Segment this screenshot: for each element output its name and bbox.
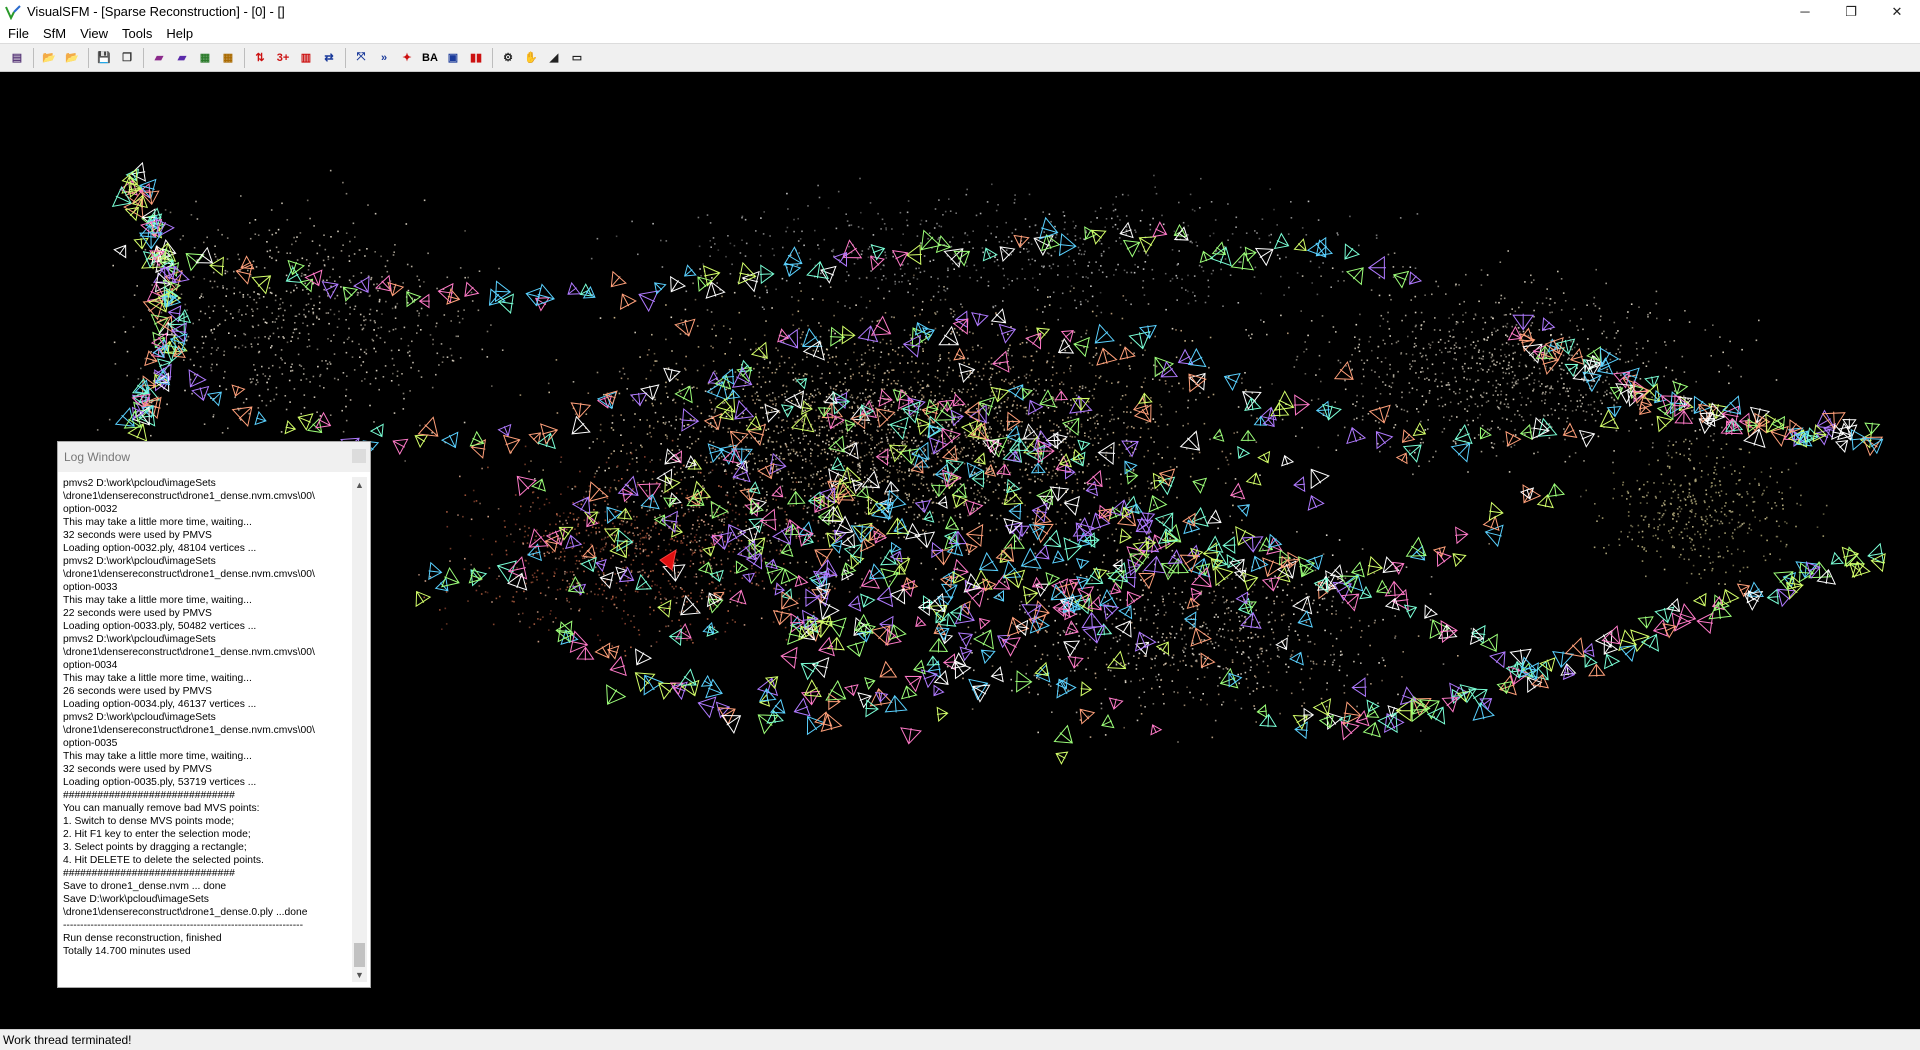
save-icon[interactable]: 💾 bbox=[93, 47, 115, 69]
log-line: 1. Switch to dense MVS points mode; bbox=[63, 816, 235, 827]
menu-tools[interactable]: Tools bbox=[115, 26, 159, 41]
toolbar-separator bbox=[143, 47, 144, 68]
log-line: Loading option-0034.ply, 46137 vertices … bbox=[63, 699, 257, 710]
ruler-icon[interactable]: ◢ bbox=[543, 47, 565, 69]
log-line: pmvs2 D:\work\pcloud\imageSets bbox=[63, 556, 216, 567]
scroll-down-arrow-icon[interactable]: ▼ bbox=[352, 967, 367, 982]
toolbar-separator bbox=[244, 47, 245, 68]
log-line: 32 seconds were used by PMVS bbox=[63, 530, 212, 541]
show-features-icon[interactable]: ▰ bbox=[171, 47, 193, 69]
log-line: 2. Hit F1 key to enter the selection mod… bbox=[63, 829, 251, 840]
log-line: pmvs2 D:\work\pcloud\imageSets bbox=[63, 478, 216, 489]
open-nvm-icon[interactable]: 📂 bbox=[61, 47, 83, 69]
fit-view-icon[interactable]: ⤧ bbox=[350, 47, 372, 69]
log-text-area[interactable]: pmvs2 D:\work\pcloud\imageSets \drone1\de… bbox=[63, 477, 348, 982]
menu-view[interactable]: View bbox=[73, 26, 115, 41]
scroll-up-arrow-icon[interactable]: ▲ bbox=[352, 477, 367, 492]
log-window: Log Window pmvs2 D:\work\pcloud\imageSet… bbox=[57, 441, 371, 988]
copy-icon[interactable]: ❐ bbox=[116, 47, 138, 69]
menu-sfm[interactable]: SfM bbox=[36, 26, 73, 41]
log-line: option-0032 bbox=[63, 504, 118, 515]
dense-reconstruction-icon[interactable]: ▥ bbox=[295, 47, 317, 69]
log-line: This may take a little more time, waitin… bbox=[63, 517, 252, 528]
log-line: 4. Hit DELETE to delete the selected poi… bbox=[63, 855, 264, 866]
log-line: 22 seconds were used by PMVS bbox=[63, 608, 212, 619]
settings-gear-icon[interactable]: ⚙ bbox=[497, 47, 519, 69]
scroll-thumb[interactable] bbox=[354, 943, 365, 967]
log-window-title-bar[interactable]: Log Window bbox=[58, 442, 370, 472]
log-line: 32 seconds were used by PMVS bbox=[63, 764, 212, 775]
log-line: pmvs2 D:\work\pcloud\imageSets bbox=[63, 634, 216, 645]
log-window-title: Log Window bbox=[64, 450, 131, 464]
window-title: VisualSFM - [Sparse Reconstruction] - [0… bbox=[27, 4, 285, 19]
toolbar-separator bbox=[345, 47, 346, 68]
log-line: Totally 14.700 minutes used bbox=[63, 946, 191, 957]
camera-frustums bbox=[111, 161, 1886, 765]
hand-pan-icon[interactable]: ✋ bbox=[520, 47, 542, 69]
log-line: \drone1\densereconstruct\drone1_dense.nv… bbox=[63, 569, 315, 580]
toolbar-separator bbox=[492, 47, 493, 68]
log-line: option-0033 bbox=[63, 582, 118, 593]
log-line: Run dense reconstruction, finished bbox=[63, 933, 222, 944]
log-line: \drone1\densereconstruct\drone1_dense.nv… bbox=[63, 491, 315, 502]
log-line: pmvs2 D:\work\pcloud\imageSets bbox=[63, 712, 216, 723]
menu-bar: File SfM View Tools Help bbox=[0, 23, 1920, 43]
selected-camera[interactable] bbox=[659, 548, 677, 571]
show-thumbnails-icon[interactable]: ▦ bbox=[217, 47, 239, 69]
log-line: \drone1\densereconstruct\drone1_dense.0.… bbox=[63, 907, 308, 918]
toolbar-separator bbox=[33, 47, 34, 68]
log-line: option-0034 bbox=[63, 660, 118, 671]
log-line: \drone1\densereconstruct\drone1_dense.nv… bbox=[63, 725, 315, 736]
log-line: ############################## bbox=[63, 790, 235, 801]
log-line: This may take a little more time, waitin… bbox=[63, 673, 252, 684]
menu-file[interactable]: File bbox=[0, 26, 36, 41]
log-window-close-button[interactable] bbox=[352, 449, 366, 463]
log-line: Loading option-0032.ply, 48104 vertices … bbox=[63, 543, 257, 554]
reconstruction-mode-icon[interactable]: ⇄ bbox=[318, 47, 340, 69]
log-scrollbar[interactable]: ▲ ▼ bbox=[352, 477, 367, 982]
log-line: You can manually remove bad MVS points: bbox=[63, 803, 260, 814]
status-text: Work thread terminated! bbox=[3, 1033, 132, 1047]
menu-help[interactable]: Help bbox=[159, 26, 200, 41]
log-line: 3. Select points by dragging a rectangle… bbox=[63, 842, 247, 853]
visualsfm-logo-icon bbox=[5, 4, 21, 20]
title-bar: VisualSFM - [Sparse Reconstruction] - [0… bbox=[0, 0, 1920, 23]
open-multi-images-icon[interactable]: 📂 bbox=[38, 47, 60, 69]
match-icon[interactable]: ▣ bbox=[442, 47, 464, 69]
toolbar-separator bbox=[88, 47, 89, 68]
log-line: ----------------------------------------… bbox=[63, 920, 304, 931]
bundle-adjustment-icon[interactable]: BA bbox=[419, 47, 441, 69]
log-line: Loading option-0035.ply, 53719 vertices … bbox=[63, 777, 257, 788]
minimize-button[interactable]: ─ bbox=[1782, 0, 1828, 23]
log-line: Save D:\work\pcloud\imageSets bbox=[63, 894, 209, 905]
pair-images-icon[interactable]: ▰ bbox=[148, 47, 170, 69]
pause-icon[interactable]: ▮▮ bbox=[465, 47, 487, 69]
log-icon[interactable]: ▤ bbox=[6, 47, 28, 69]
log-line: ############################## bbox=[63, 868, 235, 879]
log-line: Loading option-0033.ply, 50482 vertices … bbox=[63, 621, 257, 632]
compute-3d-icon[interactable]: 3+ bbox=[272, 47, 294, 69]
log-line: option-0035 bbox=[63, 738, 118, 749]
log-line: This may take a little more time, waitin… bbox=[63, 595, 252, 606]
log-line: \drone1\densereconstruct\drone1_dense.nv… bbox=[63, 647, 315, 658]
fullscreen-icon[interactable]: ▭ bbox=[566, 47, 588, 69]
compute-missing-match-icon[interactable]: ⇅ bbox=[249, 47, 271, 69]
toolbar: ▤ 📂 📂 💾 ❐ ▰ ▰ ▦ ▦ ⇅ 3+ ▥ ⇄ ⤧» ✦ BA ▣ ▮▮ ⚙ ✋ ◢ ▭ bbox=[0, 43, 1920, 72]
next-step-icon[interactable]: » bbox=[373, 47, 395, 69]
log-line: This may take a little more time, waitin… bbox=[63, 751, 252, 762]
log-line: 26 seconds were used by PMVS bbox=[63, 686, 212, 697]
status-bar: Work thread terminated! bbox=[0, 1029, 1920, 1050]
restore-button[interactable]: ❐ bbox=[1828, 0, 1874, 23]
run-all-icon[interactable]: ✦ bbox=[396, 47, 418, 69]
close-button[interactable]: ✕ bbox=[1874, 0, 1920, 23]
log-line: Save to drone1_dense.nvm ... done bbox=[63, 881, 227, 892]
show-matches-icon[interactable]: ▦ bbox=[194, 47, 216, 69]
